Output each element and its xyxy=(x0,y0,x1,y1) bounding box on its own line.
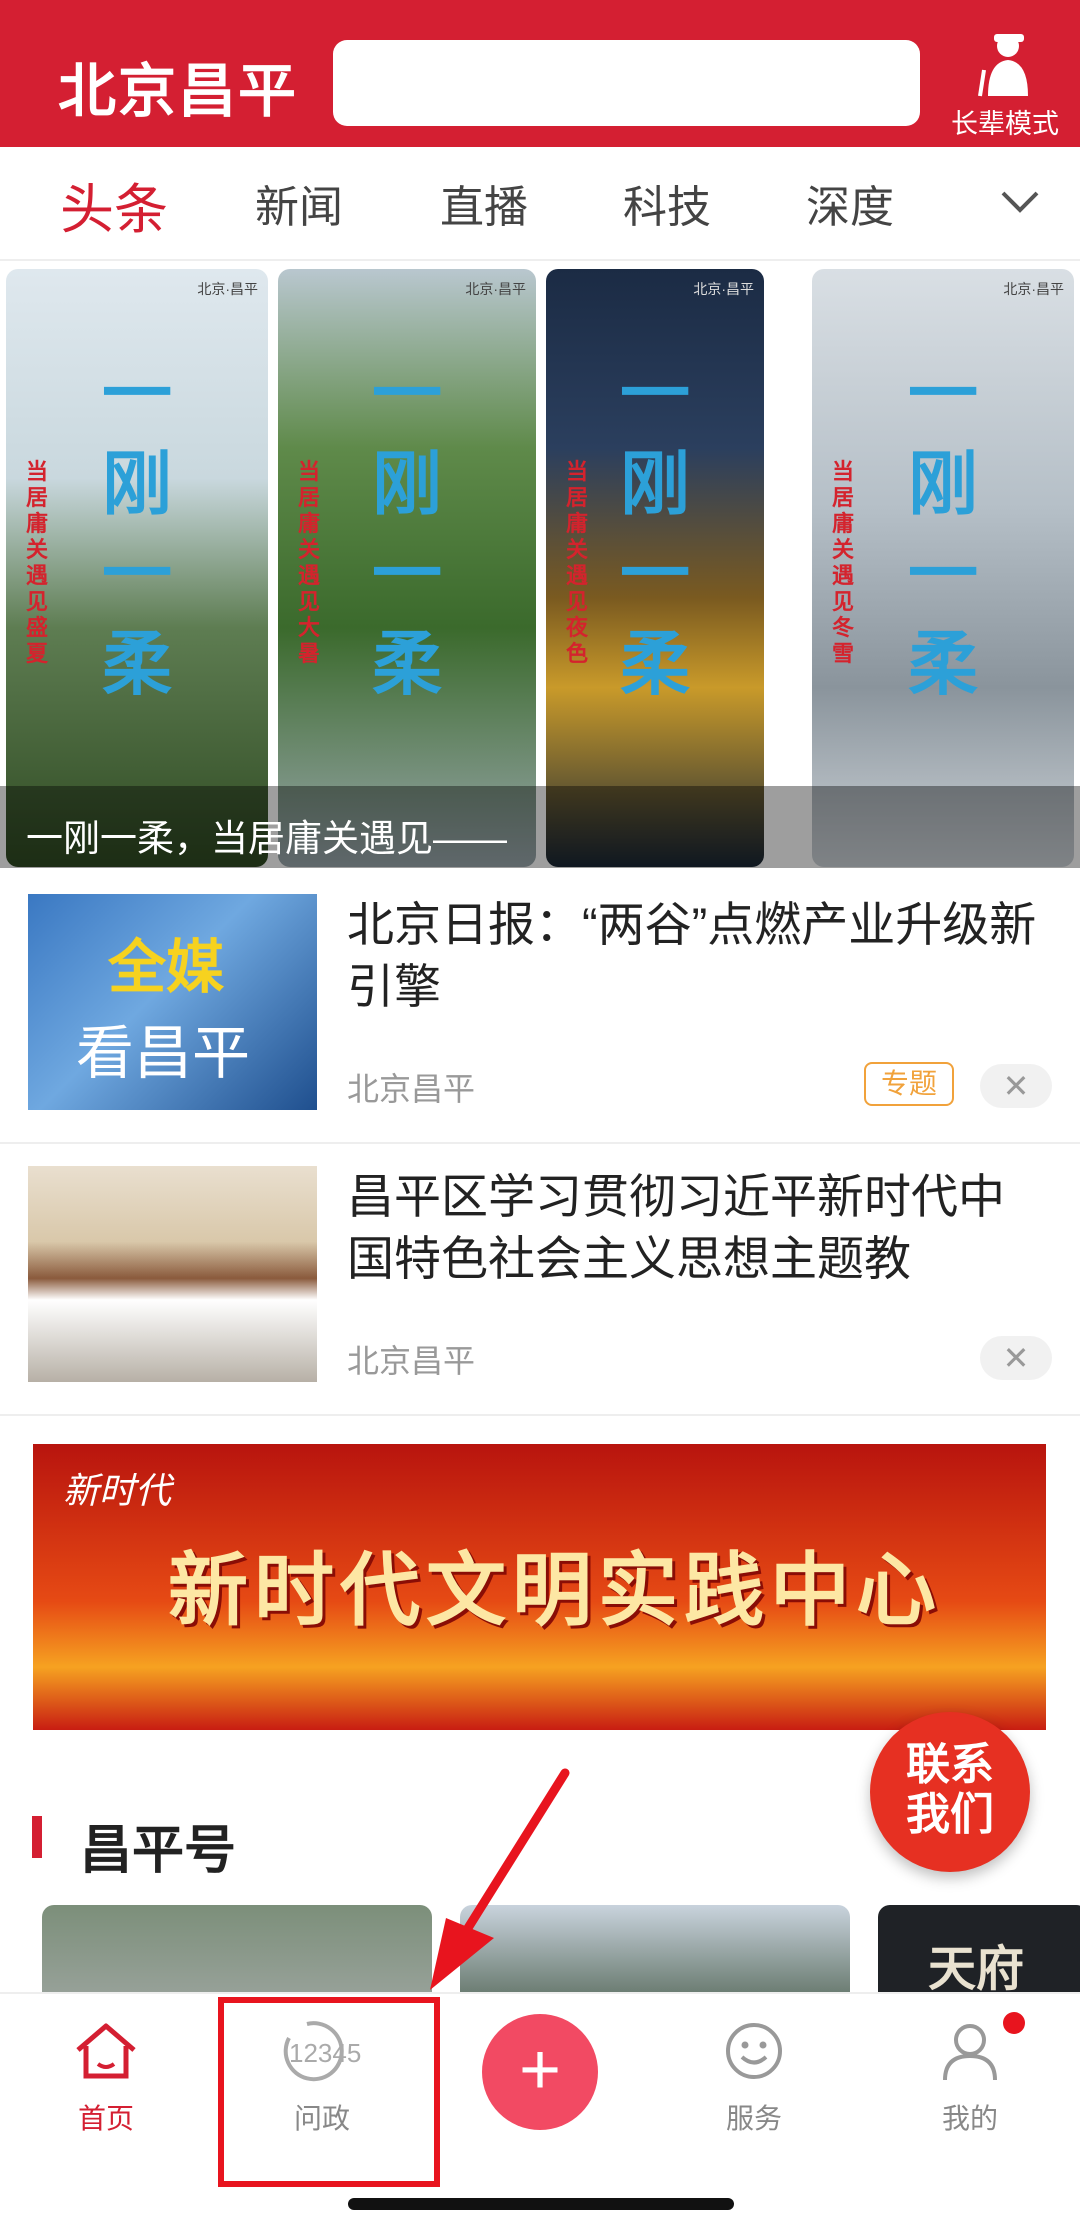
elder-icon xyxy=(978,34,1028,97)
card-subtitle: 当居庸关遇见盛夏 xyxy=(26,459,49,666)
carousel-card[interactable]: 北京·昌平 一刚一柔 当居庸关遇见盛夏 xyxy=(6,269,268,867)
app-logo: 北京昌平 xyxy=(58,57,299,125)
section-title: 昌平号 xyxy=(80,1822,237,1880)
search-input[interactable] xyxy=(333,40,920,126)
nav-label: 服务 xyxy=(725,2103,782,2134)
card-title: 一刚一柔 xyxy=(372,352,442,705)
news-item[interactable]: 全媒 看昌平 北京日报：“两谷”点燃产业升级新引擎 北京昌平 专题 ✕ xyxy=(0,874,1080,1144)
channel-card[interactable]: 天府 xyxy=(878,1905,1080,1997)
contact-us-button[interactable]: 联系 我们 xyxy=(870,1712,1030,1872)
contact-line: 我们 xyxy=(906,1790,994,1839)
news-item[interactable]: 昌平区学习贯彻习近平新时代中国特色社会主义思想主题教 北京昌平 ✕ xyxy=(0,1146,1080,1416)
carousel-caption: 一刚一柔，当居庸关遇见—— xyxy=(0,786,1080,868)
nav-home[interactable]: 首页 xyxy=(16,2020,196,2137)
news-title: 北京日报：“两谷”点燃产业升级新引擎 xyxy=(347,898,1037,1013)
topic-badge: 专题 xyxy=(864,1062,954,1106)
contact-line: 联系 xyxy=(906,1740,994,1789)
channel-tabs: 头条 新闻 直播 科技 深度 xyxy=(0,147,1080,261)
thumb-text: 全媒 xyxy=(108,933,225,1001)
dismiss-button[interactable]: ✕ xyxy=(980,1336,1052,1380)
thumb-text: 看昌平 xyxy=(76,1021,251,1086)
channel-card[interactable] xyxy=(460,1905,850,1997)
tab-news[interactable]: 新闻 xyxy=(255,171,343,235)
tab-depth[interactable]: 深度 xyxy=(806,171,894,235)
news-thumbnail: 全媒 看昌平 xyxy=(28,894,317,1110)
card-tag: 北京·昌平 xyxy=(693,281,754,297)
card-title: 一刚一柔 xyxy=(102,352,172,705)
elder-mode-label: 长辈模式 xyxy=(951,109,1059,139)
card-tag: 北京·昌平 xyxy=(465,281,526,297)
plus-button[interactable]: + xyxy=(482,2014,598,2130)
card-tag: 北京·昌平 xyxy=(1003,281,1064,297)
card-title: 一刚一柔 xyxy=(620,352,690,705)
nav-label: 我的 xyxy=(941,2103,998,2134)
carousel-card[interactable]: 北京·昌平 一刚一柔 当居庸关遇见冬雪 xyxy=(812,269,1074,867)
nav-services[interactable]: 服务 xyxy=(664,2020,844,2137)
hero-carousel[interactable]: 北京·昌平 一刚一柔 当居庸关遇见盛夏 北京·昌平 一刚一柔 当居庸关遇见大暑 … xyxy=(0,263,1080,868)
channel-card-text: 天府 xyxy=(928,1943,1025,1996)
nav-label: 首页 xyxy=(77,2103,134,2134)
card-tag: 北京·昌平 xyxy=(197,281,258,297)
section-accent-bar xyxy=(32,1816,42,1858)
tab-headline[interactable]: 头条 xyxy=(60,165,168,244)
elder-mode-button[interactable]: 长辈模式 xyxy=(940,30,1070,140)
channel-card[interactable] xyxy=(42,1905,432,1997)
tab-live[interactable]: 直播 xyxy=(440,171,528,235)
news-source: 北京昌平 xyxy=(347,1343,476,1379)
dismiss-button[interactable]: ✕ xyxy=(980,1064,1052,1108)
carousel-card[interactable]: 北京·昌平 一刚一柔 当居庸关遇见夜色 xyxy=(546,269,764,867)
chevron-down-icon[interactable] xyxy=(995,177,1045,227)
home-icon xyxy=(76,2023,136,2079)
highlight-box xyxy=(218,1997,440,2187)
news-source: 北京昌平 xyxy=(347,1071,476,1107)
banner-title: 新时代文明实践中心 xyxy=(168,1543,942,1637)
notification-dot xyxy=(1003,2012,1025,2034)
bottom-navigation: 首页 12345 问政 + 服务 我的 xyxy=(0,1992,1080,2231)
card-title: 一刚一柔 xyxy=(908,352,978,705)
card-subtitle: 当居庸关遇见冬雪 xyxy=(832,459,855,666)
smile-icon xyxy=(726,2023,782,2079)
carousel-card[interactable]: 北京·昌平 一刚一柔 当居庸关遇见大暑 xyxy=(278,269,536,867)
channel-strip[interactable]: 天府 xyxy=(0,1905,1080,1997)
user-icon xyxy=(943,2024,997,2081)
top-header: 北京昌平 长辈模式 xyxy=(0,0,1080,147)
civilization-banner[interactable]: 新时代 新时代文明实践中心 xyxy=(33,1444,1046,1730)
card-subtitle: 当居庸关遇见大暑 xyxy=(298,459,321,666)
news-thumbnail xyxy=(28,1166,317,1382)
card-subtitle: 当居庸关遇见夜色 xyxy=(566,459,589,666)
banner-seal: 新时代 xyxy=(63,1471,172,1512)
tab-tech[interactable]: 科技 xyxy=(623,171,711,235)
home-indicator xyxy=(348,2198,734,2210)
news-title: 昌平区学习贯彻习近平新时代中国特色社会主义思想主题教 xyxy=(347,1170,1005,1285)
app-screen: 北京昌平 长辈模式 头条 新闻 直播 科技 深度 北京·昌平 一刚一柔 当居庸关… xyxy=(0,0,1080,2231)
nav-mine[interactable]: 我的 xyxy=(880,2020,1060,2137)
